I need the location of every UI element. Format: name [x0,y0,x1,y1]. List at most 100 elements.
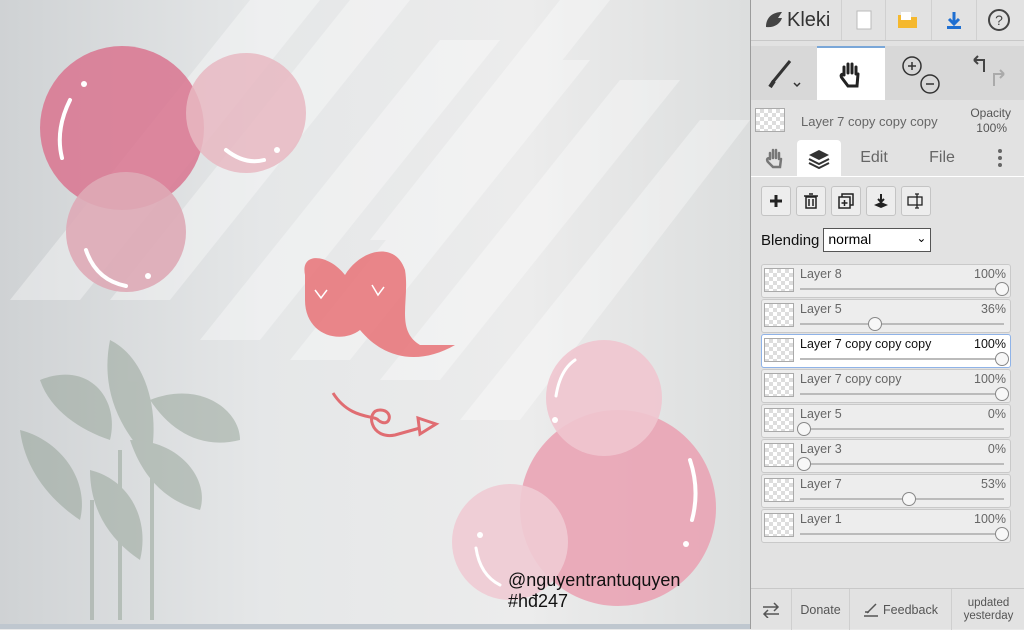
current-layer-info: Layer 7 copy copy copy Opacity 100% [751,102,1024,138]
zoom-icons [902,56,940,94]
layer-thumbnail [764,443,794,467]
layer-name: Layer 8 [800,267,842,281]
layer-opacity: 36% [980,302,1006,316]
help-icon: ? [987,9,1010,31]
layer-opacity-track[interactable] [800,288,1004,290]
download-button[interactable] [931,0,975,40]
tab-file[interactable]: File [919,140,965,176]
tab-more[interactable] [985,140,1015,176]
swap-side-button[interactable] [751,589,791,630]
blending-select[interactable]: normal ⌄ [823,228,932,252]
merge-down-icon [874,194,888,208]
kleki-logo[interactable]: Kleki [763,6,830,34]
layer-opacity: 100% [974,337,1006,351]
blending-value: normal [828,231,872,247]
layers-icon [808,150,830,169]
kleki-logo-icon [766,12,782,28]
layer-opacity-track[interactable] [800,533,1004,535]
feedback-label: Feedback [883,602,938,617]
layer-opacity-slider[interactable] [797,457,811,471]
tab-hand[interactable] [755,140,795,176]
layer-opacity: 0% [987,407,1006,421]
layer-name: Layer 5 [800,302,842,316]
feedback-button[interactable]: Feedback [849,589,951,630]
layer-row[interactable]: Layer 8 100% [761,264,1011,298]
layer-row[interactable]: Layer 5 36% [761,299,1011,333]
layer-name: Layer 1 [800,512,842,526]
tab-layers[interactable] [797,140,841,176]
open-file-button[interactable] [885,0,929,40]
layer-row[interactable]: Layer 7 copy copy copy 100% [761,334,1011,368]
layer-opacity: 53% [980,477,1006,491]
layer-row[interactable]: Layer 7 53% [761,474,1011,508]
blending-label: Blending [761,231,820,249]
svg-text:?: ? [995,12,1003,28]
layer-row[interactable]: Layer 5 0% [761,404,1011,438]
layer-thumbnail [764,408,794,432]
layer-thumbnail [764,513,794,537]
tab-divider [751,176,1024,177]
tool-row [751,46,1024,100]
undo-icon[interactable] [973,55,985,72]
rename-icon [907,193,923,209]
layer-opacity-track[interactable] [800,428,1004,430]
swap-arrows-icon [762,601,780,618]
history-icons [973,55,1005,86]
open-folder-icon [897,12,917,28]
layer-opacity-slider[interactable] [868,317,883,331]
blending-row: Blending normal ⌄ [761,227,932,253]
layer-row[interactable]: Layer 1 100% [761,509,1011,543]
layer-opacity: 100% [974,512,1006,526]
brush-tool[interactable] [751,46,817,100]
layer-opacity-slider[interactable] [995,352,1009,366]
layer-opacity-track[interactable] [800,463,1004,465]
current-layer-name: Layer 7 copy copy copy [801,114,938,129]
app-name: Kleki [787,8,831,31]
more-icon [998,149,1002,167]
layer-row[interactable]: Layer 3 0% [761,439,1011,473]
zoom-out-icon[interactable] [920,74,940,94]
donate-button[interactable]: Donate [791,589,849,630]
layer-opacity-slider[interactable] [797,422,811,436]
new-image-icon [856,10,871,30]
duplicate-icon [838,193,854,209]
add-layer-button[interactable] [761,186,791,216]
layer-thumbnail [764,303,794,327]
updated-label[interactable]: updated yesterday [951,589,1024,630]
redo-icon[interactable] [993,69,1005,86]
duplicate-layer-button[interactable] [831,186,861,216]
zoom-controls [891,46,951,100]
merge-layer-button[interactable] [866,186,896,216]
watermark-text: @nguyentrantuquyen #hđ247 [508,570,680,612]
layer-thumbnail [764,373,794,397]
top-bar: Kleki ? [751,0,1024,41]
current-layer-thumbnail [755,108,785,132]
hand-tool[interactable] [817,46,885,100]
side-panel: Kleki ? Layer 7 copy copy copy Opacity 1… [750,0,1024,630]
rename-layer-button[interactable] [901,186,931,216]
layer-opacity-slider[interactable] [995,387,1009,401]
layer-thumbnail [764,338,794,362]
layer-opacity-slider[interactable] [901,492,916,506]
layer-opacity-track[interactable] [800,358,1004,360]
layer-opacity-slider[interactable] [995,282,1009,296]
layer-opacity-track[interactable] [800,393,1004,395]
layer-name: Layer 7 [800,477,842,491]
drawing-canvas[interactable]: @nguyentrantuquyen #hđ247 [0,0,750,629]
layer-opacity-track[interactable] [800,323,1004,325]
delete-layer-button[interactable] [796,186,826,216]
help-button[interactable]: ? [976,0,1020,40]
panel-tabs: Edit File [751,140,1024,176]
layer-opacity-slider[interactable] [995,527,1009,541]
layer-thumbnail [764,268,794,292]
new-image-button[interactable] [841,0,885,40]
hand-icon [839,62,860,88]
hand-icon [765,148,783,169]
watermark-username: @nguyentrantuquyen [508,570,681,590]
feedback-icon [864,602,879,617]
layer-row[interactable]: Layer 7 copy copy 100% [761,369,1011,403]
zoom-in-icon[interactable] [902,56,922,76]
tab-edit[interactable]: Edit [849,140,899,176]
trash-icon [804,193,818,209]
taskbar-strip [0,624,750,629]
